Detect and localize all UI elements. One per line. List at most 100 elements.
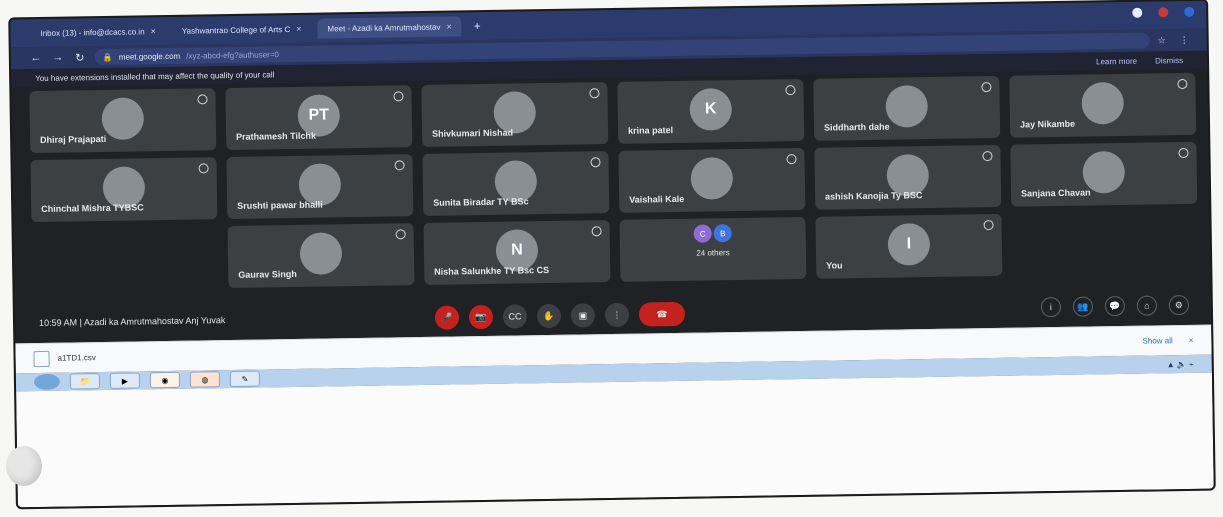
self-tile[interactable]: I You — [815, 213, 1003, 279]
participant-tile[interactable]: Srushti pawar bhalli — [226, 154, 414, 220]
back-icon[interactable]: ← — [29, 52, 43, 64]
tab-meet[interactable]: Meet - Azadi ka Amrutmahostav × — [317, 16, 462, 39]
firefox-icon[interactable]: ◍ — [189, 371, 221, 388]
download-actions: Show all × — [1142, 336, 1193, 346]
show-all-link[interactable]: Show all — [1142, 336, 1172, 345]
participant-tile[interactable]: N Nisha Salunkhe TY Bsc CS — [423, 220, 611, 285]
participant-tile[interactable]: Sunita Biradar TY BSc — [422, 151, 610, 216]
recording-icon[interactable] — [1158, 7, 1169, 18]
tab-label: Inbox (13) - info@dcacs.co.in — [40, 26, 145, 38]
tab-label: Meet - Azadi ka Amrutmahostav — [327, 22, 441, 33]
participant-name: Prathamesh Tilchk — [236, 130, 317, 142]
download-filename: a1TD1.csv — [57, 353, 96, 363]
toolbar-icons: ☆ ⋮ — [1158, 34, 1189, 45]
meeting-grid: Dhiraj Prajapati PT Prathamesh Tilchk Sh… — [11, 68, 1211, 306]
mic-off-icon — [1177, 78, 1188, 90]
paint-icon[interactable]: ✎ — [229, 370, 261, 388]
participant-name: krina patel — [627, 125, 674, 136]
meeting-separator: | — [79, 317, 82, 328]
mic-off-icon — [983, 220, 994, 231]
mic-off-icon — [393, 91, 404, 102]
forward-icon[interactable]: → — [51, 52, 65, 64]
participant-tile[interactable]: Gaurav Singh — [227, 223, 415, 289]
participant-tile[interactable]: ashish Kanojia Ty BSC — [814, 144, 1002, 210]
url-domain: meet.google.com — [118, 51, 181, 62]
close-icon[interactable]: × — [151, 26, 156, 36]
desktop-empty-area — [16, 372, 1214, 508]
tab-inbox[interactable]: Inbox (13) - info@dcacs.co.in × — [30, 21, 166, 43]
dismiss-button[interactable]: Dismiss — [1155, 56, 1183, 65]
mic-off-icon — [981, 82, 992, 93]
close-icon[interactable]: × — [446, 21, 451, 31]
participant-tile[interactable]: Chinchal Mishra TYBSC — [30, 157, 218, 223]
banner-message: You have extensions installed that may a… — [35, 69, 275, 83]
star-icon[interactable]: ☆ — [1158, 35, 1166, 46]
others-tile[interactable]: C B 24 others — [619, 216, 807, 282]
profile-avatar[interactable] — [1184, 6, 1195, 17]
participant-name: Dhiraj Prajapati — [40, 133, 107, 145]
explorer-icon[interactable]: 📁 — [69, 373, 101, 390]
mic-off-icon — [982, 151, 993, 162]
mic-toggle-button[interactable]: 🎤 — [434, 305, 460, 330]
captions-button[interactable]: CC — [502, 304, 528, 329]
participant-name: Nisha Salunkhe TY Bsc CS — [434, 264, 550, 277]
participant-name: Chinchal Mishra TYBSC — [41, 202, 144, 214]
reload-icon[interactable]: ↻ — [73, 51, 87, 64]
media-icon[interactable]: ▶ — [109, 372, 141, 389]
extension-icon[interactable] — [1132, 7, 1143, 18]
chat-icon[interactable]: 💬 — [1104, 295, 1126, 317]
participant-tile[interactable]: Siddharth dahe — [813, 75, 1001, 141]
participant-name: You — [826, 260, 843, 271]
new-tab-button[interactable]: + — [474, 19, 481, 33]
present-button[interactable]: ▣ — [570, 303, 596, 328]
mic-off-icon — [786, 154, 797, 165]
participant-tile[interactable]: PT Prathamesh Tilchk — [225, 85, 413, 151]
mic-off-icon — [197, 94, 208, 105]
mic-off-icon — [785, 85, 796, 96]
photo-sheet: Inbox (13) - info@dcacs.co.in × Yashwant… — [0, 0, 1223, 517]
participant-name: Siddharth dahe — [823, 121, 890, 133]
menu-icon[interactable]: ⋮ — [1180, 34, 1189, 45]
download-item[interactable]: a1TD1.csv — [33, 350, 96, 367]
participant-name: Jay Nikambe — [1019, 118, 1076, 130]
raise-hand-button[interactable]: ✋ — [536, 303, 562, 329]
lock-icon: 🔒 — [102, 52, 113, 62]
meeting-info: 10:59 AM | Azadi ka Amrutmahostav Anj Yu… — [39, 315, 225, 328]
mini-avatar-c: C — [693, 224, 712, 243]
chrome-icon[interactable]: ◉ — [149, 371, 181, 389]
participant-name: Sunita Biradar TY BSc — [433, 196, 529, 208]
participant-name: Shivkumari Nishad — [432, 127, 514, 139]
participant-tile[interactable]: Vaishali Kale — [618, 147, 806, 213]
banner-actions: Learn more Dismiss — [1096, 56, 1183, 66]
mic-off-icon — [590, 157, 601, 168]
participant-photo — [690, 157, 734, 200]
leave-call-button[interactable]: ☎ — [638, 301, 686, 327]
info-icon[interactable]: i — [1040, 296, 1062, 318]
people-icon[interactable]: 👥 — [1072, 296, 1094, 317]
camera-toggle-button[interactable]: 📷 — [468, 304, 494, 330]
learn-more-link[interactable]: Learn more — [1096, 56, 1137, 66]
participant-name: Sanjana Chavan — [1021, 187, 1091, 199]
others-count: 24 others — [696, 248, 730, 258]
close-download-icon[interactable]: × — [1189, 336, 1194, 345]
mini-avatar-b: B — [713, 224, 732, 243]
participant-photo — [1081, 81, 1125, 125]
host-controls-icon[interactable]: ⚙ — [1168, 294, 1190, 316]
meeting-title: Azadi ka Amrutmahostav Anj Yuvak — [83, 315, 226, 328]
start-button[interactable] — [33, 373, 61, 391]
participant-tile[interactable]: Shivkumari Nishad — [421, 82, 609, 147]
mic-off-icon — [1178, 147, 1189, 159]
close-icon[interactable]: × — [296, 24, 301, 34]
participant-tile[interactable]: Sanjana Chavan — [1010, 141, 1198, 207]
mic-off-icon — [395, 229, 406, 240]
activities-icon[interactable]: ⌂ — [1136, 295, 1158, 316]
participant-name: ashish Kanojia Ty BSC — [825, 190, 923, 202]
more-options-button[interactable]: ⋮ — [604, 302, 630, 328]
tab-college[interactable]: Yashwantrao College of Arts C × — [172, 19, 312, 41]
participant-tile[interactable]: Jay Nikambe — [1009, 72, 1197, 138]
participant-tile[interactable]: K krina patel — [617, 78, 805, 144]
mic-off-icon — [591, 226, 602, 237]
tab-label: Yashwantrao College of Arts C — [181, 24, 291, 36]
participant-tile[interactable]: Dhiraj Prajapati — [29, 88, 217, 154]
thumb-blur — [6, 446, 42, 486]
